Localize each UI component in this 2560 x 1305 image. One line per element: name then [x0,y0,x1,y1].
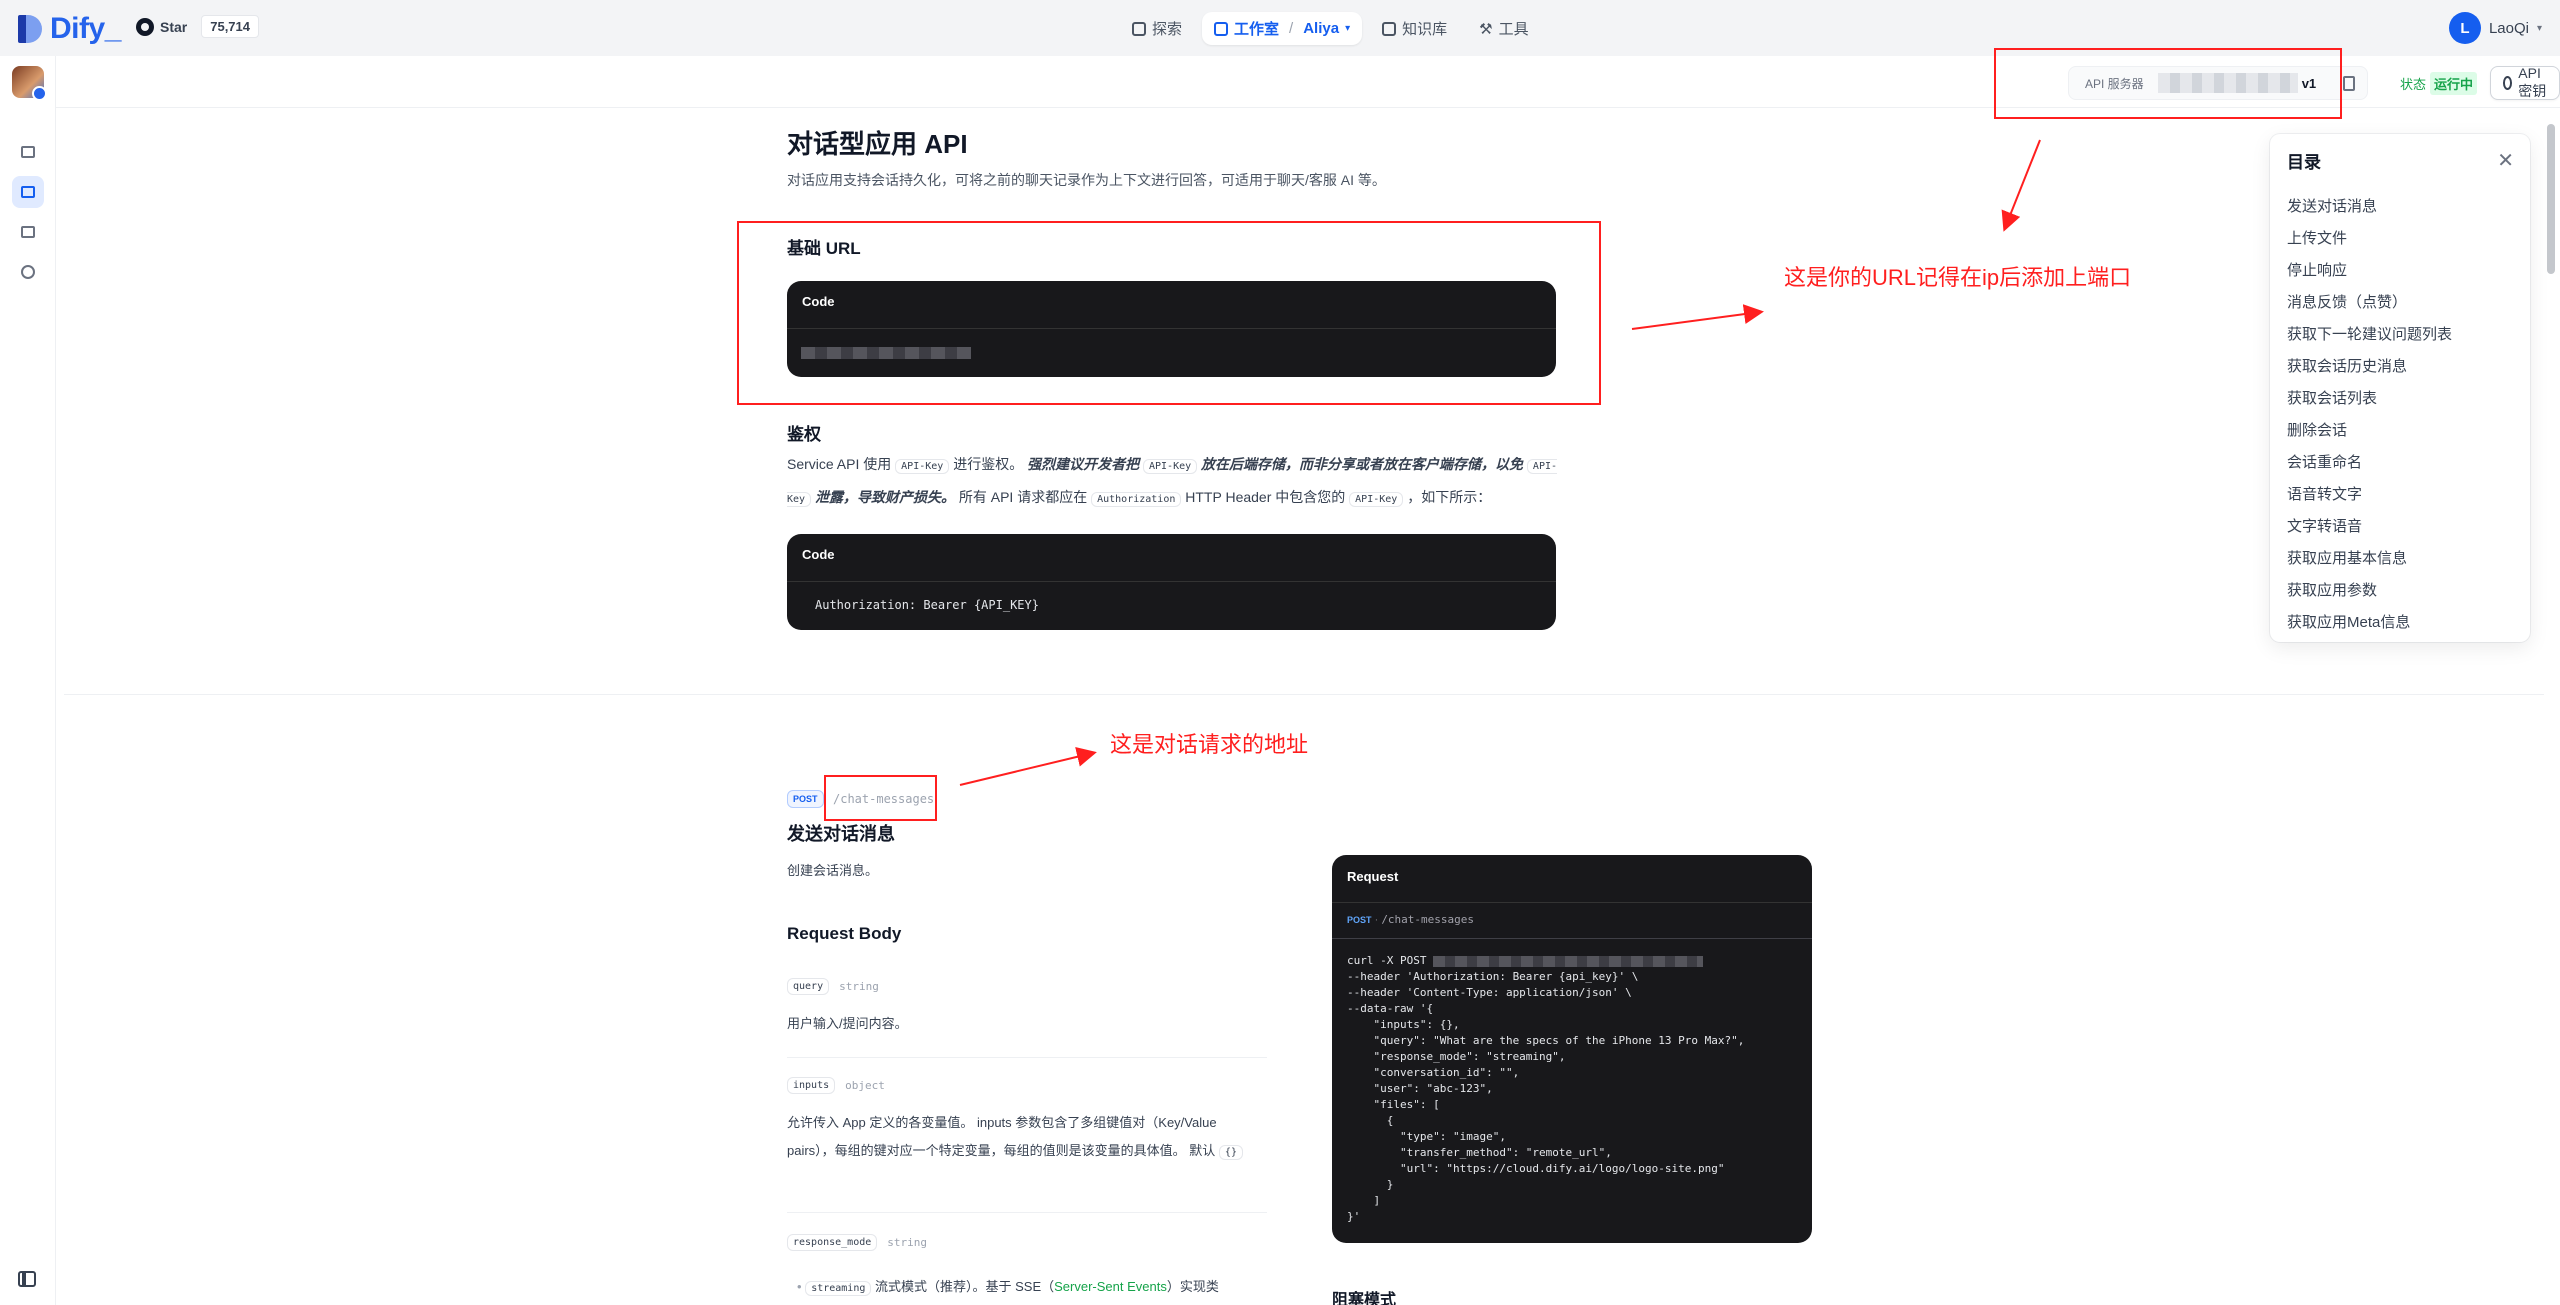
arrow-from-endpoint [959,747,1097,786]
arrow-from-base-url [1631,304,1764,330]
arrow-to-api-server [2001,139,2041,232]
annotation-arrows [959,139,2041,786]
